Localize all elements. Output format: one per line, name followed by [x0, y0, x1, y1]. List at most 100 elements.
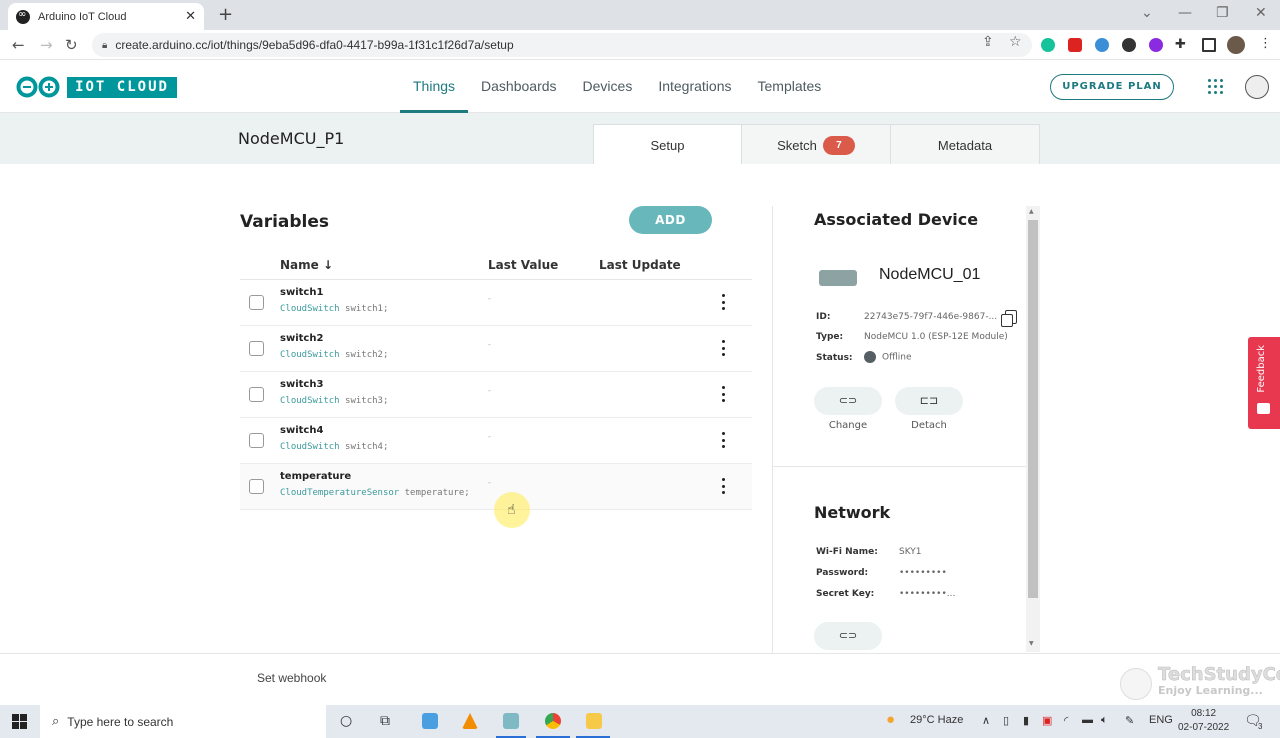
- search-icon: ⌕: [52, 714, 60, 729]
- row-menu-icon[interactable]: [718, 340, 728, 356]
- arduino-logo-icon[interactable]: [16, 76, 60, 98]
- row-menu-icon[interactable]: [718, 386, 728, 402]
- vlc-app-icon[interactable]: [462, 713, 478, 729]
- device-name[interactable]: NodeMCU_01: [879, 266, 980, 284]
- variable-row[interactable]: switch1 CloudSwitch switch1; -: [240, 280, 752, 326]
- tray-chevron-icon[interactable]: ∧: [982, 714, 990, 727]
- computer-app-icon[interactable]: [422, 713, 438, 729]
- sort-arrow-icon[interactable]: ↓: [323, 258, 333, 272]
- nav-devices[interactable]: Devices: [570, 60, 646, 113]
- detach-device-button[interactable]: ⊏⊐: [895, 387, 963, 415]
- cortana-icon[interactable]: ○: [340, 713, 352, 729]
- clock[interactable]: 08:12 02-07-2022: [1178, 707, 1229, 735]
- volume-icon[interactable]: 🔈︎: [1101, 714, 1108, 727]
- profile-avatar[interactable]: [1227, 36, 1245, 54]
- scroll-up-icon[interactable]: ▲: [1029, 208, 1034, 215]
- browser-tab[interactable]: Arduino IoT Cloud ✕: [8, 3, 204, 30]
- variable-name: switch1: [280, 287, 324, 298]
- reload-icon[interactable]: ↻: [65, 36, 78, 54]
- minimize-icon[interactable]: —: [1178, 5, 1192, 21]
- globe-extension-icon[interactable]: [1095, 38, 1109, 52]
- copy-icon[interactable]: [1001, 310, 1017, 327]
- nav-dashboards[interactable]: Dashboards: [468, 60, 570, 113]
- row-menu-icon[interactable]: [718, 478, 728, 494]
- add-variable-button[interactable]: ADD: [629, 206, 712, 234]
- set-webhook-link[interactable]: Set webhook: [257, 671, 326, 685]
- tab-search-chevron-icon[interactable]: ⌄: [1141, 5, 1153, 21]
- grammarly-extension-icon[interactable]: [1041, 38, 1055, 52]
- row-menu-icon[interactable]: [718, 294, 728, 310]
- nav-integrations[interactable]: Integrations: [645, 60, 744, 113]
- close-window-icon[interactable]: ✕: [1255, 5, 1267, 21]
- row-checkbox[interactable]: [249, 295, 264, 310]
- variable-name: switch3: [280, 379, 324, 390]
- device-id-row: ID: 22743e75-79f7-446e-9867-...: [816, 312, 997, 322]
- back-icon[interactable]: ←: [12, 36, 25, 54]
- row-menu-icon[interactable]: [718, 432, 728, 448]
- wifi-value: SKY1: [899, 547, 922, 557]
- windows-taskbar: ⌕ Type here to search ○ ⧉ ● 29°C Haze ∧ …: [0, 705, 1280, 738]
- sketch-badge: 7: [822, 135, 855, 155]
- apps-grid-icon[interactable]: [1208, 79, 1224, 95]
- variable-row[interactable]: switch2 CloudSwitch switch2; -: [240, 326, 752, 372]
- meet-icon[interactable]: ▯: [1003, 714, 1009, 727]
- taskbar-search[interactable]: ⌕ Type here to search: [40, 705, 326, 738]
- windows-start-icon[interactable]: [12, 714, 27, 729]
- change-network-button[interactable]: ⊂⊃: [814, 622, 882, 650]
- iot-cloud-logo[interactable]: IOT CLOUD: [67, 77, 177, 98]
- column-name[interactable]: Name ↓: [280, 258, 333, 272]
- star-icon[interactable]: ☆: [1009, 34, 1022, 50]
- change-device-button[interactable]: ⊂⊃: [814, 387, 882, 415]
- url-text: create.arduino.cc/iot/things/9eba5d96-df…: [115, 38, 514, 52]
- lock-icon: 🔒︎: [102, 39, 108, 51]
- wifi-icon[interactable]: ◜: [1064, 714, 1068, 727]
- w-extension-icon[interactable]: [1149, 38, 1163, 52]
- task-view-icon[interactable]: ⧉: [380, 713, 390, 729]
- weather-icon[interactable]: ●: [886, 711, 895, 728]
- scroll-down-icon[interactable]: ▼: [1029, 640, 1034, 647]
- user-avatar[interactable]: [1245, 75, 1269, 99]
- nav-things[interactable]: Things: [400, 60, 469, 113]
- feedback-button[interactable]: Feedback: [1248, 337, 1280, 429]
- thing-name[interactable]: NodeMCU_P1: [238, 129, 344, 148]
- tab-metadata[interactable]: Metadata: [890, 124, 1040, 165]
- pen-icon[interactable]: ✎: [1125, 714, 1134, 727]
- tab-title: Arduino IoT Cloud: [38, 10, 127, 23]
- row-checkbox[interactable]: [249, 433, 264, 448]
- row-checkbox[interactable]: [249, 479, 264, 494]
- tab-sketch[interactable]: Sketch 7: [741, 124, 891, 165]
- tab-setup[interactable]: Setup: [593, 124, 742, 165]
- variable-declaration: CloudSwitch switch1;: [280, 304, 388, 314]
- puzzle-extensions-icon[interactable]: ✚: [1175, 37, 1189, 52]
- chrome-app-icon[interactable]: [545, 713, 561, 729]
- battery-icon[interactable]: ▬: [1082, 714, 1093, 726]
- sidepanel-icon[interactable]: [1202, 38, 1216, 52]
- file-explorer-icon[interactable]: [586, 713, 602, 729]
- app-header: IOT CLOUD Things Dashboards Devices Inte…: [0, 60, 1280, 113]
- variable-row[interactable]: switch4 CloudSwitch switch4; -: [240, 418, 752, 464]
- unlink-icon: ⊏⊐: [919, 394, 939, 407]
- new-tab-icon[interactable]: +: [218, 4, 233, 25]
- side-panel-scrollbar[interactable]: ▲ ▼: [1026, 206, 1040, 652]
- row-checkbox[interactable]: [249, 387, 264, 402]
- flash-extension-icon[interactable]: [1068, 38, 1082, 52]
- notepad-app-icon[interactable]: [503, 713, 519, 729]
- k-extension-icon[interactable]: [1122, 38, 1136, 52]
- microphone-icon[interactable]: ▮: [1023, 714, 1029, 727]
- scrollbar-thumb[interactable]: [1028, 220, 1038, 598]
- nav-templates[interactable]: Templates: [745, 60, 835, 113]
- address-bar[interactable]: 🔒︎ create.arduino.cc/iot/things/9eba5d96…: [92, 33, 1032, 57]
- forward-icon[interactable]: →: [40, 36, 53, 54]
- weather-text[interactable]: 29°C Haze: [910, 714, 963, 726]
- camera-icon[interactable]: ▣: [1042, 714, 1052, 727]
- row-checkbox[interactable]: [249, 341, 264, 356]
- close-tab-icon[interactable]: ✕: [185, 9, 196, 24]
- upgrade-plan-button[interactable]: UPGRADE PLAN: [1050, 74, 1174, 100]
- menu-kebab-icon[interactable]: ⋮: [1259, 36, 1273, 51]
- restore-icon[interactable]: ❐: [1216, 5, 1229, 21]
- notification-count: 3: [1258, 722, 1263, 731]
- link-icon: ⊂⊃: [838, 394, 858, 407]
- language-indicator[interactable]: ENG: [1149, 714, 1173, 726]
- variable-row[interactable]: switch3 CloudSwitch switch3; -: [240, 372, 752, 418]
- share-icon[interactable]: ⇪: [982, 34, 994, 50]
